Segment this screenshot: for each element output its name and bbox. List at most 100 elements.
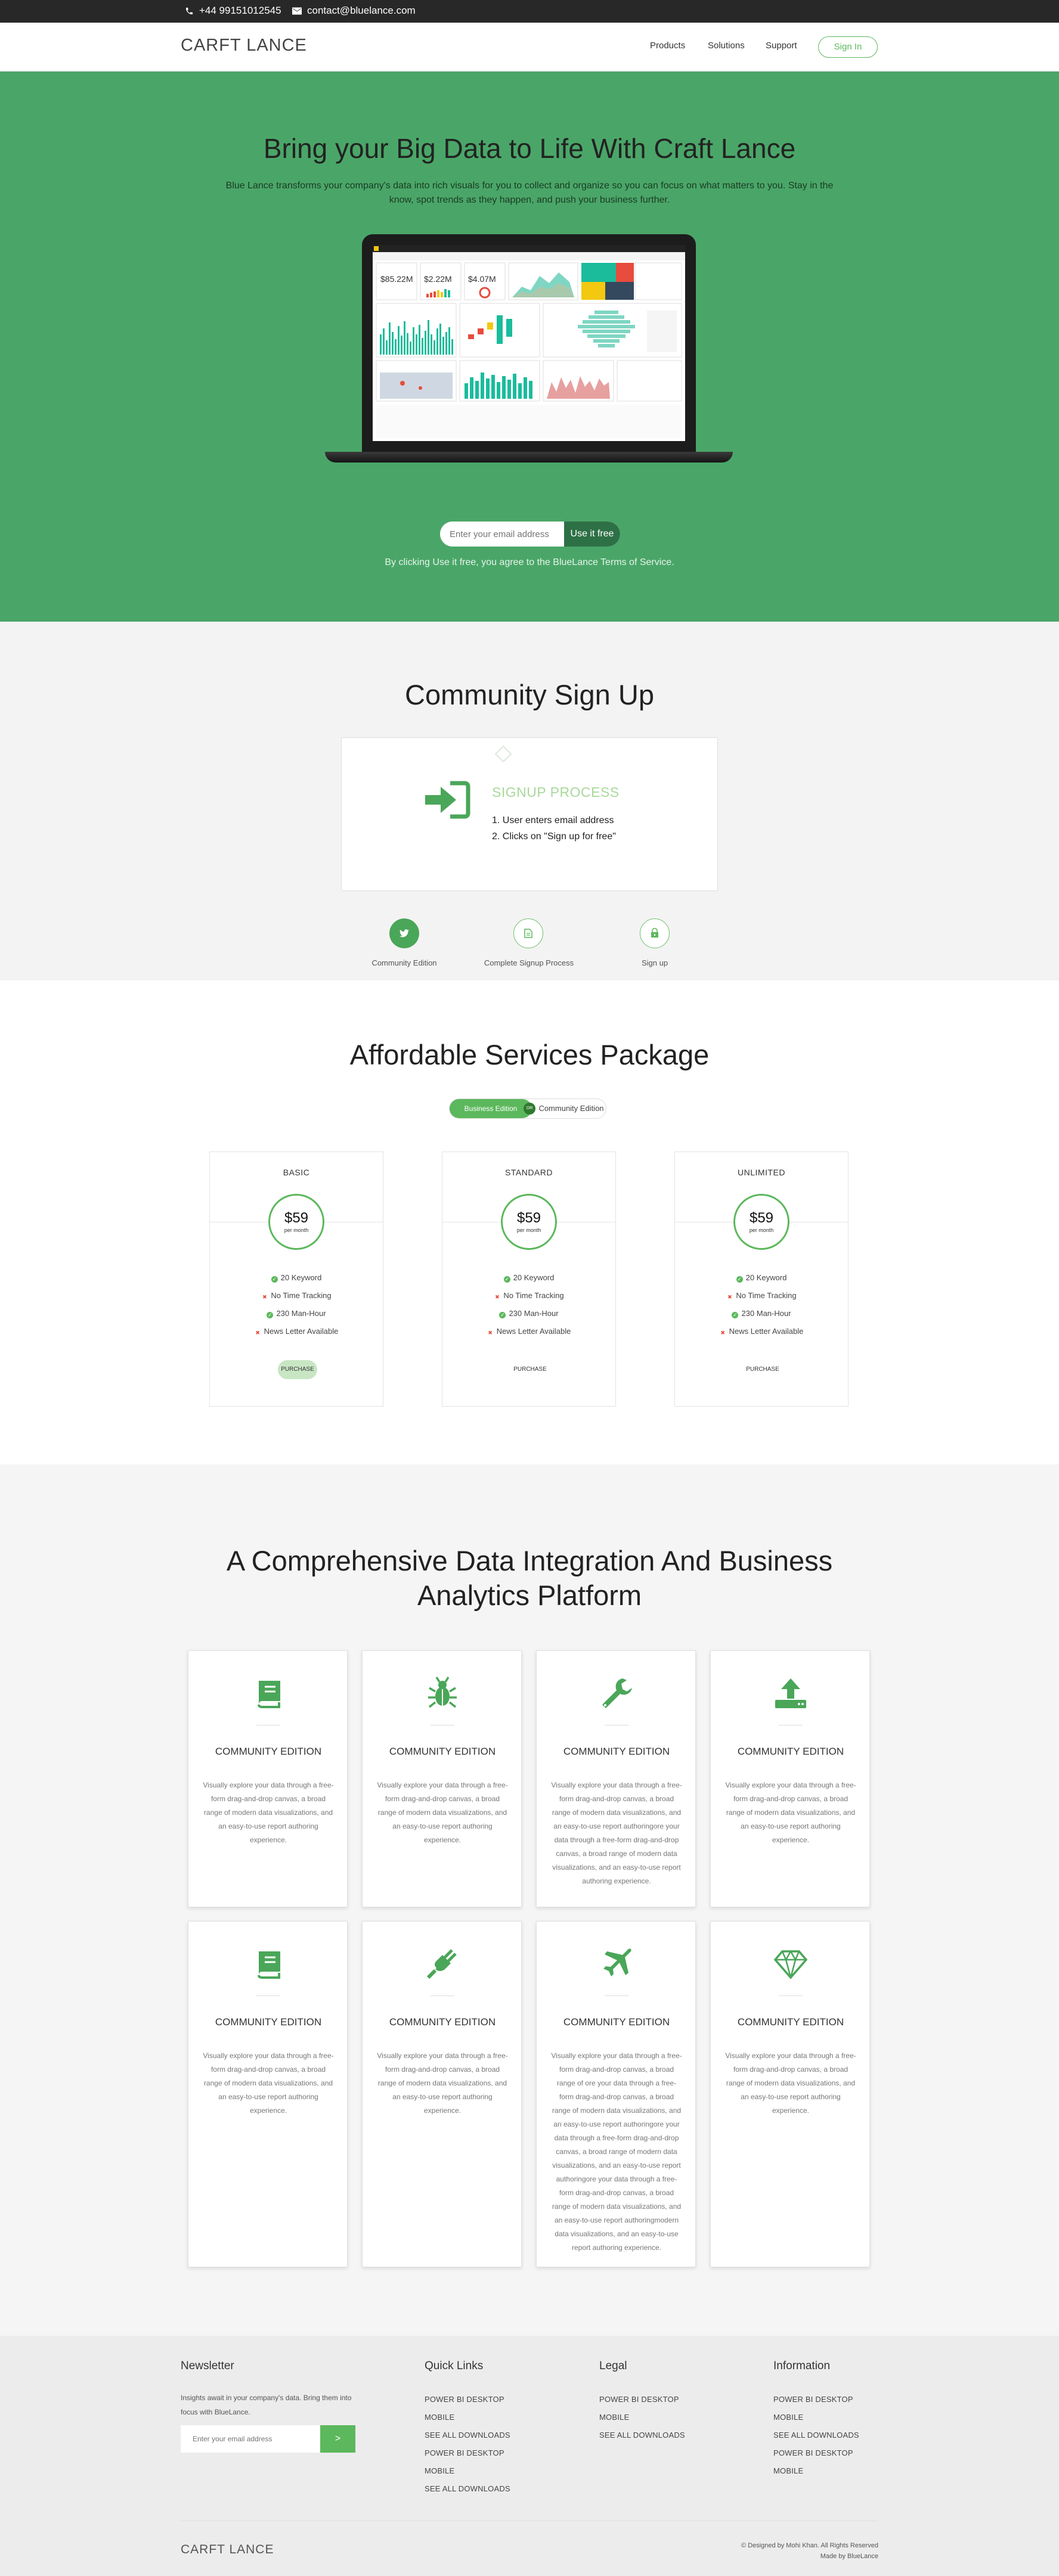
card-divider <box>256 1995 280 1996</box>
feature-keyword: ✓ 20 Keyword <box>442 1273 615 1283</box>
plane-icon <box>603 1948 631 1976</box>
footer-link[interactable]: POWER BI DESKTOP <box>773 2391 859 2409</box>
kpi-2: $2.22M <box>424 274 452 284</box>
phone-icon <box>185 7 193 14</box>
plan-price-badge: $59 per month <box>268 1194 324 1250</box>
card-text: Visually explore your data through a fre… <box>203 1781 334 1844</box>
lock-icon <box>651 928 658 938</box>
card-title: COMMUNITY EDITION <box>389 1746 496 1757</box>
signup-process-card: SIGNUP PROCESS 1. User enters email addr… <box>341 737 718 891</box>
cross-icon: ✖ <box>727 1294 732 1300</box>
made-by-text: Made by BlueLance <box>820 2553 878 2560</box>
footer-link[interactable]: SEE ALL DOWNLOADS <box>599 2426 685 2444</box>
tab-community-edition[interactable] <box>389 918 419 948</box>
check-icon: ✓ <box>271 1276 278 1283</box>
plan-price-badge: $59 per month <box>501 1194 557 1250</box>
newsletter-submit-button[interactable]: > <box>320 2425 355 2453</box>
purchase-button[interactable]: PURCHASE <box>278 1360 317 1379</box>
feature-time-tracking: ✖ No Time Tracking <box>210 1291 383 1301</box>
feature-label: No Time Tracking <box>736 1291 797 1300</box>
card-title: COMMUNITY EDITION <box>737 1746 844 1757</box>
footer-link[interactable]: POWER BI DESKTOP <box>599 2391 685 2409</box>
site-logo[interactable]: CARFT LANCE <box>181 36 307 55</box>
tab-complete-signup[interactable] <box>513 918 543 948</box>
card-title: COMMUNITY EDITION <box>215 1746 322 1757</box>
nav-link-products[interactable]: Products <box>650 41 685 51</box>
card-text: Visually explore your data through a fre… <box>725 1781 856 1844</box>
cross-icon: ✖ <box>262 1294 267 1300</box>
cross-icon: ✖ <box>495 1294 500 1300</box>
plan-card-standard: STANDARD $59 per month ✓ 20 Keyword ✖ No T… <box>442 1152 616 1407</box>
signup-step-1: 1. User enters email address <box>492 815 614 825</box>
feature-card: COMMUNITY EDITION Visually explore your … <box>536 1921 696 2267</box>
newsletter-email-input[interactable] <box>181 2425 320 2453</box>
card-text: Visually explore your data through a fre… <box>377 2052 508 2115</box>
email-address: contact@bluelance.com <box>307 5 416 16</box>
footer-link[interactable]: MOBILE <box>425 2462 510 2480</box>
feature-card: COMMUNITY EDITION Visually explore your … <box>710 1921 870 2267</box>
footer-link[interactable]: POWER BI DESKTOP <box>773 2444 859 2462</box>
nav-link-support[interactable]: Support <box>766 41 797 51</box>
plan-price: $59 <box>284 1210 309 1226</box>
twitter-icon <box>400 929 409 938</box>
community-section: Community Sign Up SIGNUP PROCESS 1. User… <box>0 622 1059 980</box>
dashboard-visual: $85.22M $2.22M $4.07M <box>373 245 685 438</box>
platform-title-line-2: Analytics Platform <box>417 1579 642 1611</box>
plan-name: STANDARD <box>505 1168 553 1177</box>
hero-email-input[interactable] <box>440 522 565 547</box>
phone-contact[interactable]: +44 99151012545 <box>185 5 281 17</box>
feature-card: COMMUNITY EDITION Visually explore your … <box>362 1921 522 2267</box>
footer-link[interactable]: SEE ALL DOWNLOADS <box>425 2426 510 2444</box>
plan-period: per month <box>516 1227 541 1233</box>
platform-section: A Comprehensive Data Integration And Bus… <box>0 1464 1059 2336</box>
footer-link[interactable]: MOBILE <box>773 2409 859 2426</box>
sign-in-button[interactable]: Sign In <box>818 36 878 58</box>
purchase-button[interactable]: PURCHASE <box>510 1360 550 1379</box>
information-list: POWER BI DESKTOP MOBILE SEE ALL DOWNLOAD… <box>773 2391 859 2480</box>
card-text: Visually explore your data through a fre… <box>551 1781 682 1885</box>
tab-sign-up[interactable] <box>640 918 670 948</box>
check-icon: ✓ <box>736 1276 743 1283</box>
community-edition-option[interactable]: Community Edition <box>536 1099 606 1118</box>
plan-card-basic: BASIC $59 per month ✓ 20 Keyword ✖ No Time… <box>209 1152 383 1407</box>
footer-link[interactable]: SEE ALL DOWNLOADS <box>425 2480 510 2498</box>
feature-label: News Letter Available <box>729 1327 804 1336</box>
feature-card: COMMUNITY EDITION Visually explore your … <box>362 1650 522 1907</box>
card-divider <box>605 1995 628 1996</box>
card-text: Visually explore your data through a fre… <box>377 1781 508 1844</box>
diamond-marker-icon <box>494 745 512 763</box>
quick-links-list: POWER BI DESKTOP MOBILE SEE ALL DOWNLOAD… <box>425 2391 510 2498</box>
check-icon: ✓ <box>499 1312 506 1318</box>
pricing-section: Affordable Services Package Business Edi… <box>0 980 1059 1464</box>
legal-heading: Legal <box>599 2360 627 2372</box>
feature-time-tracking: ✖ No Time Tracking <box>675 1291 848 1301</box>
footer-link[interactable]: POWER BI DESKTOP <box>425 2444 510 2462</box>
footer-link[interactable]: SEE ALL DOWNLOADS <box>773 2426 859 2444</box>
business-edition-option[interactable]: Business Edition <box>450 1099 532 1118</box>
footer-link[interactable]: MOBILE <box>773 2462 859 2480</box>
feature-label: 20 Keyword <box>513 1273 555 1282</box>
check-icon: ✓ <box>732 1312 739 1318</box>
dashboard-screenshot: $85.22M $2.22M $4.07M <box>373 245 685 441</box>
tab-label-complete-signup: Complete Signup Process <box>484 958 574 967</box>
nav-link-solutions[interactable]: Solutions <box>708 41 745 51</box>
purchase-button[interactable]: PURCHASE <box>743 1360 782 1379</box>
email-contact[interactable]: contact@bluelance.com <box>292 5 416 17</box>
terms-text: By clicking Use it free, you agree to th… <box>385 557 674 567</box>
copyright-text: © Designed by Mohi Khan. All Rights Rese… <box>741 2542 878 2549</box>
footer-link[interactable]: MOBILE <box>425 2409 510 2426</box>
footer-link[interactable]: POWER BI DESKTOP <box>425 2391 510 2409</box>
card-title: COMMUNITY EDITION <box>737 2016 844 2028</box>
feature-man-hour: ✓ 230 Man-Hour <box>675 1309 848 1318</box>
footer-link[interactable]: MOBILE <box>599 2409 685 2426</box>
newsletter-text: Insights await in your company's data. B… <box>181 2394 352 2416</box>
footer-logo[interactable]: CARFT LANCE <box>181 2543 274 2557</box>
phone-number: +44 99151012545 <box>199 5 281 16</box>
feature-label: 230 Man-Hour <box>276 1309 326 1318</box>
feature-time-tracking: ✖ No Time Tracking <box>442 1291 615 1301</box>
use-it-free-button[interactable]: Use it free <box>564 522 620 547</box>
check-icon: ✓ <box>503 1276 510 1283</box>
edition-toggle[interactable]: Business Edition OR Community Edition <box>449 1098 606 1119</box>
cross-icon: ✖ <box>255 1330 260 1336</box>
plan-name: BASIC <box>283 1168 310 1177</box>
